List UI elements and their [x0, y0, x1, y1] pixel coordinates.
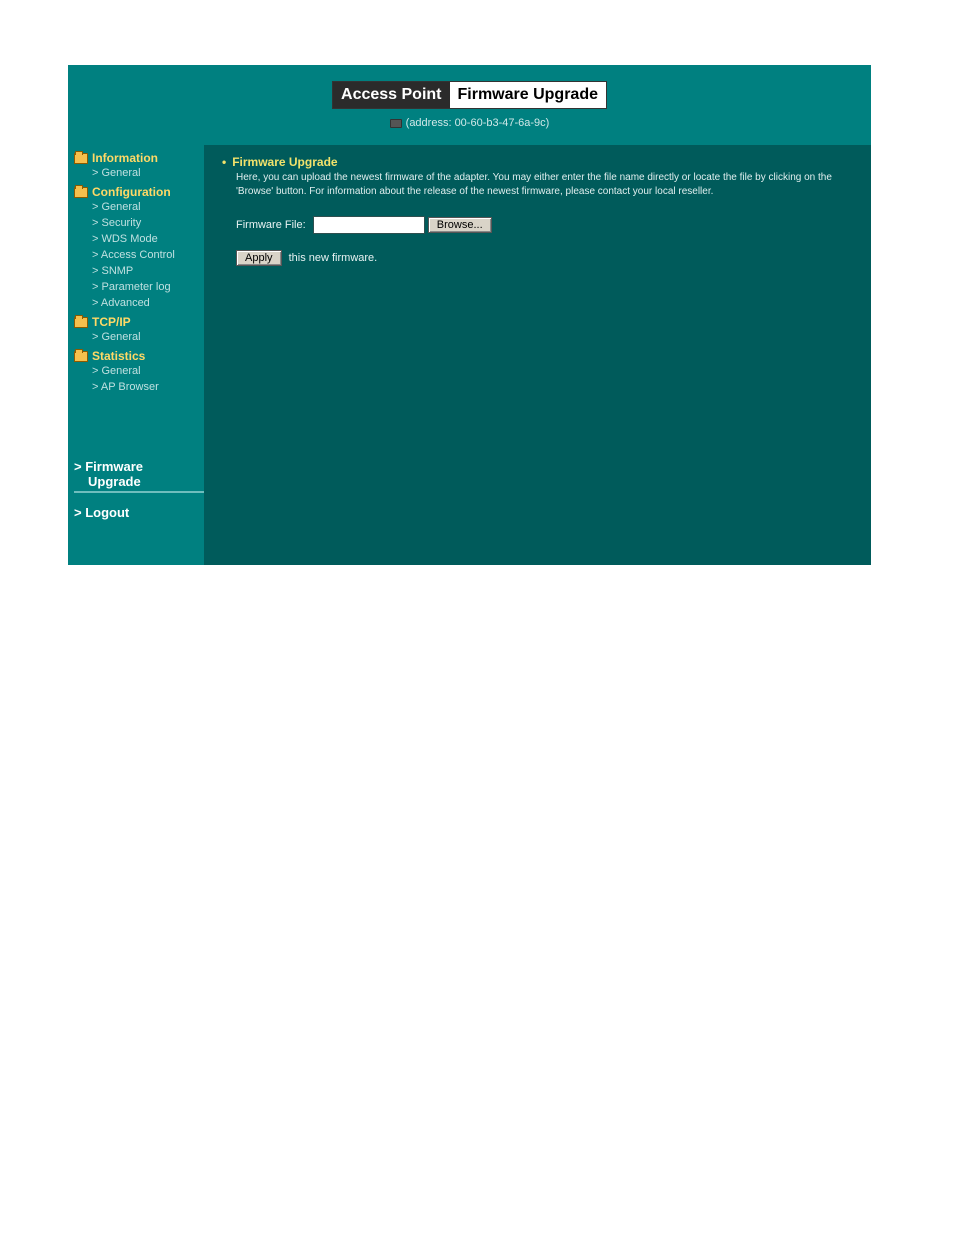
logout-label: Logout — [85, 505, 129, 520]
sidebar-item-stats-general[interactable]: General — [74, 363, 204, 379]
firmware-file-input[interactable] — [313, 216, 425, 234]
title-suffix: Firmware Upgrade — [450, 82, 606, 108]
title-prefix: Access Point — [333, 82, 449, 108]
sidebar: Information General Configuration Genera… — [68, 145, 204, 565]
sidebar-item-logout[interactable]: Logout — [74, 501, 204, 522]
content-panel: • Firmware Upgrade Here, you can upload t… — [204, 145, 871, 565]
body: Information General Configuration Genera… — [68, 145, 871, 565]
sidebar-section-information[interactable]: Information — [74, 151, 204, 165]
folder-icon — [74, 187, 88, 198]
content-heading-row: • Firmware Upgrade — [222, 155, 853, 169]
firmware-label-2: Upgrade — [74, 474, 208, 493]
sidebar-section-statistics[interactable]: Statistics — [74, 349, 204, 363]
sidebar-item-info-general[interactable]: General — [74, 165, 204, 181]
chip-icon — [390, 119, 402, 128]
content-description: Here, you can upload the newest firmware… — [236, 171, 853, 198]
spacer — [74, 395, 204, 455]
sidebar-item-config-security[interactable]: Security — [74, 215, 204, 231]
folder-icon — [74, 351, 88, 362]
bullet-icon: • — [222, 155, 226, 169]
sidebar-section-configuration[interactable]: Configuration — [74, 185, 204, 199]
sidebar-item-config-general[interactable]: General — [74, 199, 204, 215]
folder-icon — [74, 153, 88, 164]
sidebar-section-tcpip[interactable]: TCP/IP — [74, 315, 204, 329]
sidebar-item-tcpip-general[interactable]: General — [74, 329, 204, 345]
sidebar-item-config-accesscontrol[interactable]: Access Control — [74, 247, 204, 263]
section-label: Statistics — [92, 349, 145, 363]
firmware-file-label: Firmware File: — [236, 219, 306, 231]
section-label: Information — [92, 151, 158, 165]
content-heading: Firmware Upgrade — [232, 155, 337, 169]
apply-row: Apply this new firmware. — [236, 250, 853, 266]
folder-icon — [74, 317, 88, 328]
address-text: (address: 00-60-b3-47-6a-9c) — [406, 117, 550, 129]
sidebar-item-config-paramlog[interactable]: Parameter log — [74, 279, 204, 295]
apply-button[interactable]: Apply — [236, 250, 282, 266]
app-window: Access PointFirmware Upgrade (address: 0… — [68, 65, 871, 565]
sidebar-item-config-wdsmode[interactable]: WDS Mode — [74, 231, 204, 247]
sidebar-item-config-snmp[interactable]: SNMP — [74, 263, 204, 279]
sidebar-item-config-advanced[interactable]: Advanced — [74, 295, 204, 311]
header: Access PointFirmware Upgrade (address: 0… — [68, 65, 871, 145]
section-label: Configuration — [92, 185, 171, 199]
sidebar-item-stats-apbrowser[interactable]: AP Browser — [74, 379, 204, 395]
sidebar-item-firmware-upgrade[interactable]: Firmware Upgrade — [74, 455, 204, 495]
section-label: TCP/IP — [92, 315, 131, 329]
apply-trail: this new firmware. — [289, 252, 378, 264]
firmware-file-row: Firmware File: Browse... — [236, 216, 853, 234]
page-title: Access PointFirmware Upgrade — [332, 81, 607, 109]
browse-button[interactable]: Browse... — [428, 217, 492, 233]
firmware-label-1: Firmware — [85, 459, 143, 474]
device-address: (address: 00-60-b3-47-6a-9c) — [68, 109, 871, 139]
